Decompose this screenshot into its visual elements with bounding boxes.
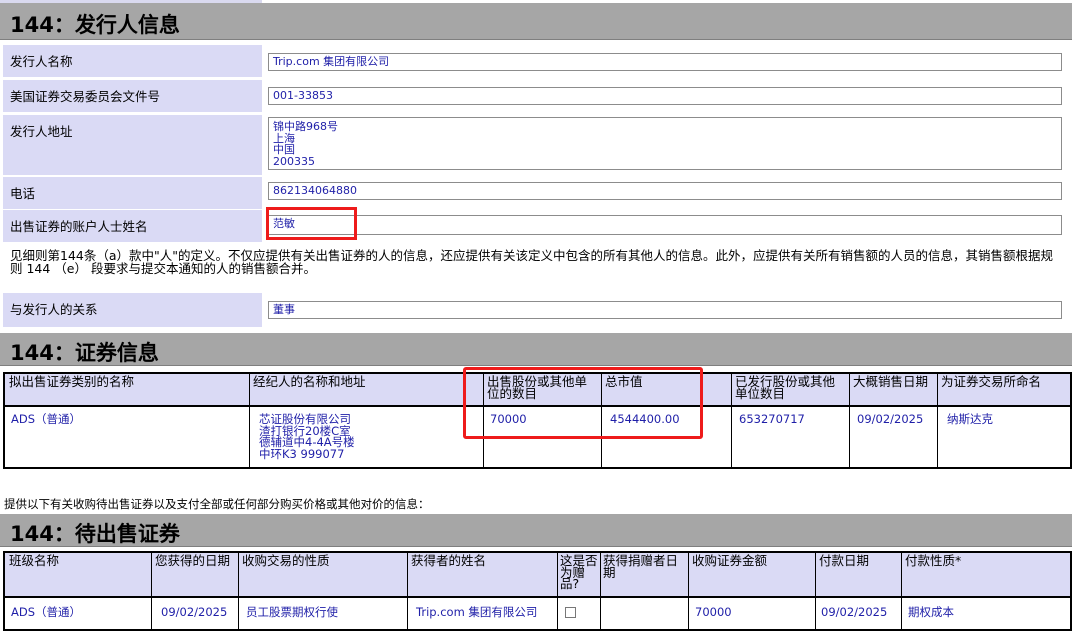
col-header-broker: 经纪人的名称和地址 <box>253 374 366 389</box>
column-divider <box>901 553 902 629</box>
section-header-securities: 144：证券信息 <box>0 333 1072 366</box>
section-title: 144：待出售证券 <box>10 522 180 546</box>
payment-nature-value: 期权成本 <box>908 605 954 619</box>
issuer-address-field[interactable]: 锦中路968号 上海 中国 200335 <box>268 117 1062 170</box>
column-divider <box>815 553 816 629</box>
label-phone: 电话 <box>3 177 262 209</box>
column-divider <box>407 553 408 629</box>
sale-date-value: 09/02/2025 <box>857 412 924 426</box>
col-header-acquired-date: 您获得的日期 <box>155 553 231 568</box>
col-header-amount: 收购证券金额 <box>692 553 768 568</box>
label-relationship: 与发行人的关系 <box>3 293 262 327</box>
address-line: 上海 <box>273 131 295 145</box>
col-header-payment-date: 付款日期 <box>819 553 870 568</box>
exchange-value: 纳斯达克 <box>947 412 993 426</box>
col-header-units-outstanding: 已发行股份或其他单位数目 <box>735 374 836 401</box>
payment-date-value: 09/02/2025 <box>821 605 888 619</box>
column-divider <box>249 374 250 467</box>
label-issuer-address: 发行人地址 <box>3 115 262 175</box>
column-divider <box>731 374 732 467</box>
address-line: 锦中路968号 <box>273 120 338 133</box>
acquirer-name-value: Trip.com 集团有限公司 <box>416 605 538 619</box>
broker-line: 中环K3 999077 <box>259 446 345 461</box>
phone-field[interactable]: 862134064880 <box>268 182 1062 200</box>
section-header-issuer: 144：发行人信息 <box>0 3 1072 40</box>
column-divider <box>688 553 689 629</box>
col-header-sale-date: 大概销售日期 <box>853 374 929 389</box>
issuer-name-field[interactable]: Trip.com 集团有限公司 <box>268 53 1062 71</box>
broker-address-value: 芯证股份有限公司 渣打银行20楼C室 德辅道中4-4A号楼 中环K3 99907… <box>259 413 355 461</box>
col-header-nature: 收购交易的性质 <box>242 553 330 568</box>
col-header-class: 拟出售证券类别的名称 <box>9 374 135 389</box>
label-sec-file-number: 美国证券交易委员会文件号 <box>3 80 262 112</box>
sec-file-number-field[interactable]: 001-33853 <box>268 87 1062 105</box>
address-line: 200335 <box>273 154 315 168</box>
column-divider <box>151 553 152 629</box>
acquisition-instructions: 提供以下有关收购待出售证券以及支付全部或任何部分购买价格或其他对价的信息： <box>4 497 430 511</box>
section-header-pending: 144：待出售证券 <box>0 514 1072 547</box>
class-name-value: ADS（普通） <box>11 412 82 426</box>
address-line: 中国 <box>273 143 295 156</box>
column-divider <box>937 374 938 467</box>
acquired-date-value: 09/02/2025 <box>161 605 228 619</box>
class-name-value: ADS（普通） <box>11 605 82 619</box>
units-outstanding-value: 653270717 <box>739 412 805 426</box>
section-title: 144：证券信息 <box>10 341 159 365</box>
seller-name-field[interactable]: 范敏 <box>268 215 1062 235</box>
highlight-box-seller <box>266 207 357 240</box>
column-divider <box>849 374 850 467</box>
col-header-acquirer: 获得者的姓名 <box>411 553 487 568</box>
col-header-exchange: 为证券交易所命名 <box>941 374 1042 389</box>
label-issuer-name: 发行人名称 <box>3 45 262 77</box>
relationship-field[interactable]: 董事 <box>268 301 1062 319</box>
section-title: 144：发行人信息 <box>10 13 180 37</box>
acquisition-nature-value: 员工股票期权行使 <box>246 605 338 619</box>
definition-note: 见细则第144条（a）款中"人"的定义。不仅应提供有关出售证券的人的信息，还应提… <box>10 248 1054 276</box>
is-gift-checkbox[interactable] <box>565 607 576 618</box>
highlight-box-sale-values <box>463 367 703 439</box>
col-header-is-gift: 这是否为赠品? <box>560 553 598 591</box>
col-header-donor-date: 获得捐赠者日期 <box>603 553 679 580</box>
col-header-payment-nature: 付款性质* <box>905 553 962 568</box>
pending-securities-table: 班级名称 您获得的日期 收购交易的性质 获得者的姓名 这是否为赠品? 获得捐赠者… <box>3 551 1072 631</box>
column-divider <box>557 553 558 629</box>
amount-value: 70000 <box>695 605 732 619</box>
label-seller-name: 出售证券的账户人士姓名 <box>3 210 262 242</box>
column-divider <box>600 553 601 629</box>
col-header-class: 班级名称 <box>9 553 60 568</box>
